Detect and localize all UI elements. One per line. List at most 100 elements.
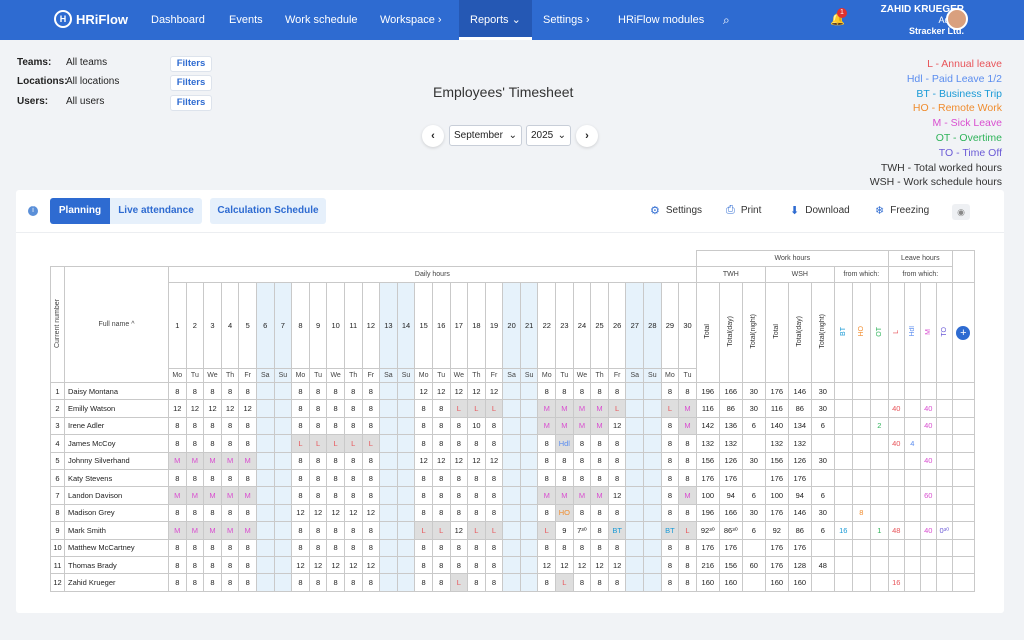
day-cell[interactable]: 8	[343, 468, 363, 488]
day-cell[interactable]: 8	[484, 573, 504, 592]
employee-name[interactable]: Johnny Silverhand	[64, 451, 169, 470]
day-cell[interactable]	[625, 381, 645, 401]
day-cell[interactable]: 8	[203, 416, 222, 436]
day-cell[interactable]: 8	[238, 503, 257, 523]
day-cell[interactable]: L	[555, 573, 574, 592]
day-cell[interactable]: 8	[590, 451, 609, 470]
day-cell[interactable]: 8	[660, 416, 680, 436]
day-cell[interactable]: 8	[308, 451, 328, 470]
day-cell[interactable]: M	[238, 486, 257, 505]
day-cell[interactable]	[519, 381, 539, 401]
day-cell[interactable]	[379, 555, 398, 575]
day-cell[interactable]	[273, 503, 293, 523]
day-cell[interactable]	[643, 555, 662, 575]
day-cell[interactable]: 8	[537, 434, 557, 453]
day-cell[interactable]: M	[590, 416, 609, 436]
day-cell[interactable]: 8	[361, 451, 381, 470]
day-cell[interactable]: 8	[168, 555, 187, 575]
day-cell[interactable]: 8	[572, 503, 592, 523]
day-cell[interactable]	[519, 573, 539, 592]
day-cell[interactable]	[273, 555, 293, 575]
day-cell[interactable]: 8	[431, 503, 451, 523]
day-cell[interactable]: 8	[537, 381, 557, 401]
day-cell[interactable]	[273, 399, 293, 418]
day-cell[interactable]: 12	[449, 451, 469, 470]
day-cell[interactable]	[625, 555, 645, 575]
day-cell[interactable]: 8	[607, 573, 627, 592]
nav-work-schedule[interactable]: Work schedule	[285, 0, 358, 40]
day-cell[interactable]: M	[238, 451, 257, 470]
day-cell[interactable]: 8	[308, 381, 328, 401]
day-cell[interactable]: M	[168, 486, 187, 505]
day-cell[interactable]: 12	[467, 451, 486, 470]
day-cell[interactable]: 8	[590, 381, 609, 401]
day-cell[interactable]: 8	[660, 486, 680, 505]
day-cell[interactable]: 8	[537, 468, 557, 488]
day-cell[interactable]: 12	[607, 555, 627, 575]
day-cell[interactable]: 8	[414, 399, 433, 418]
day-cell[interactable]	[396, 538, 416, 557]
eye-icon[interactable]: ◉	[952, 204, 970, 220]
day-cell[interactable]: 8	[326, 538, 345, 557]
day-cell[interactable]	[379, 503, 398, 523]
day-cell[interactable]: 8	[449, 434, 469, 453]
day-cell[interactable]: M	[185, 521, 205, 540]
day-cell[interactable]: 8	[326, 521, 345, 540]
day-cell[interactable]	[255, 538, 275, 557]
day-cell[interactable]: 8	[537, 451, 557, 470]
day-cell[interactable]	[273, 434, 293, 453]
day-cell[interactable]	[519, 451, 539, 470]
day-cell[interactable]: 12	[449, 381, 469, 401]
nav-events[interactable]: Events	[229, 0, 263, 40]
day-cell[interactable]: 8	[361, 399, 381, 418]
day-cell[interactable]	[519, 538, 539, 557]
day-cell[interactable]: 12	[326, 555, 345, 575]
employee-name[interactable]: Mark Smith	[64, 521, 169, 540]
day-cell[interactable]	[379, 521, 398, 540]
day-cell[interactable]: 8	[326, 486, 345, 505]
day-cell[interactable]: 8	[590, 468, 609, 488]
day-cell[interactable]	[625, 399, 645, 418]
day-cell[interactable]: 12	[414, 451, 433, 470]
day-cell[interactable]	[502, 555, 521, 575]
day-cell[interactable]	[643, 521, 662, 540]
day-cell[interactable]: L	[431, 521, 451, 540]
day-cell[interactable]	[643, 451, 662, 470]
day-cell[interactable]: 8	[326, 399, 345, 418]
day-cell[interactable]	[396, 573, 416, 592]
day-cell[interactable]: 8	[431, 486, 451, 505]
day-cell[interactable]: 8	[414, 434, 433, 453]
day-cell[interactable]	[379, 486, 398, 505]
day-cell[interactable]	[396, 381, 416, 401]
day-cell[interactable]	[643, 573, 662, 592]
day-cell[interactable]: 8	[203, 538, 222, 557]
day-cell[interactable]: M	[185, 451, 205, 470]
day-cell[interactable]	[519, 399, 539, 418]
day-cell[interactable]: 12	[484, 381, 504, 401]
day-cell[interactable]: 8	[572, 573, 592, 592]
day-cell[interactable]	[396, 555, 416, 575]
day-cell[interactable]	[379, 451, 398, 470]
day-cell[interactable]: M	[203, 451, 222, 470]
day-cell[interactable]: 8	[291, 468, 310, 488]
day-cell[interactable]	[502, 434, 521, 453]
day-cell[interactable]: 8	[660, 468, 680, 488]
day-cell[interactable]: 8	[168, 416, 187, 436]
day-cell[interactable]: 8	[660, 434, 680, 453]
day-cell[interactable]: 12	[343, 555, 363, 575]
day-cell[interactable]: 12	[185, 399, 205, 418]
day-cell[interactable]: 8	[484, 468, 504, 488]
day-cell[interactable]	[255, 451, 275, 470]
day-cell[interactable]: 8	[238, 434, 257, 453]
day-cell[interactable]: 8	[607, 451, 627, 470]
day-cell[interactable]: 8	[414, 416, 433, 436]
day-cell[interactable]: 8	[185, 538, 205, 557]
day-cell[interactable]: 12	[361, 555, 381, 575]
day-cell[interactable]: 8	[572, 381, 592, 401]
day-cell[interactable]: 8	[220, 573, 240, 592]
day-cell[interactable]: 8	[484, 416, 504, 436]
day-cell[interactable]: L	[361, 434, 381, 453]
day-cell[interactable]: 8	[326, 416, 345, 436]
tab-live-attendance[interactable]: Live attendance	[110, 198, 202, 224]
day-cell[interactable]	[273, 521, 293, 540]
